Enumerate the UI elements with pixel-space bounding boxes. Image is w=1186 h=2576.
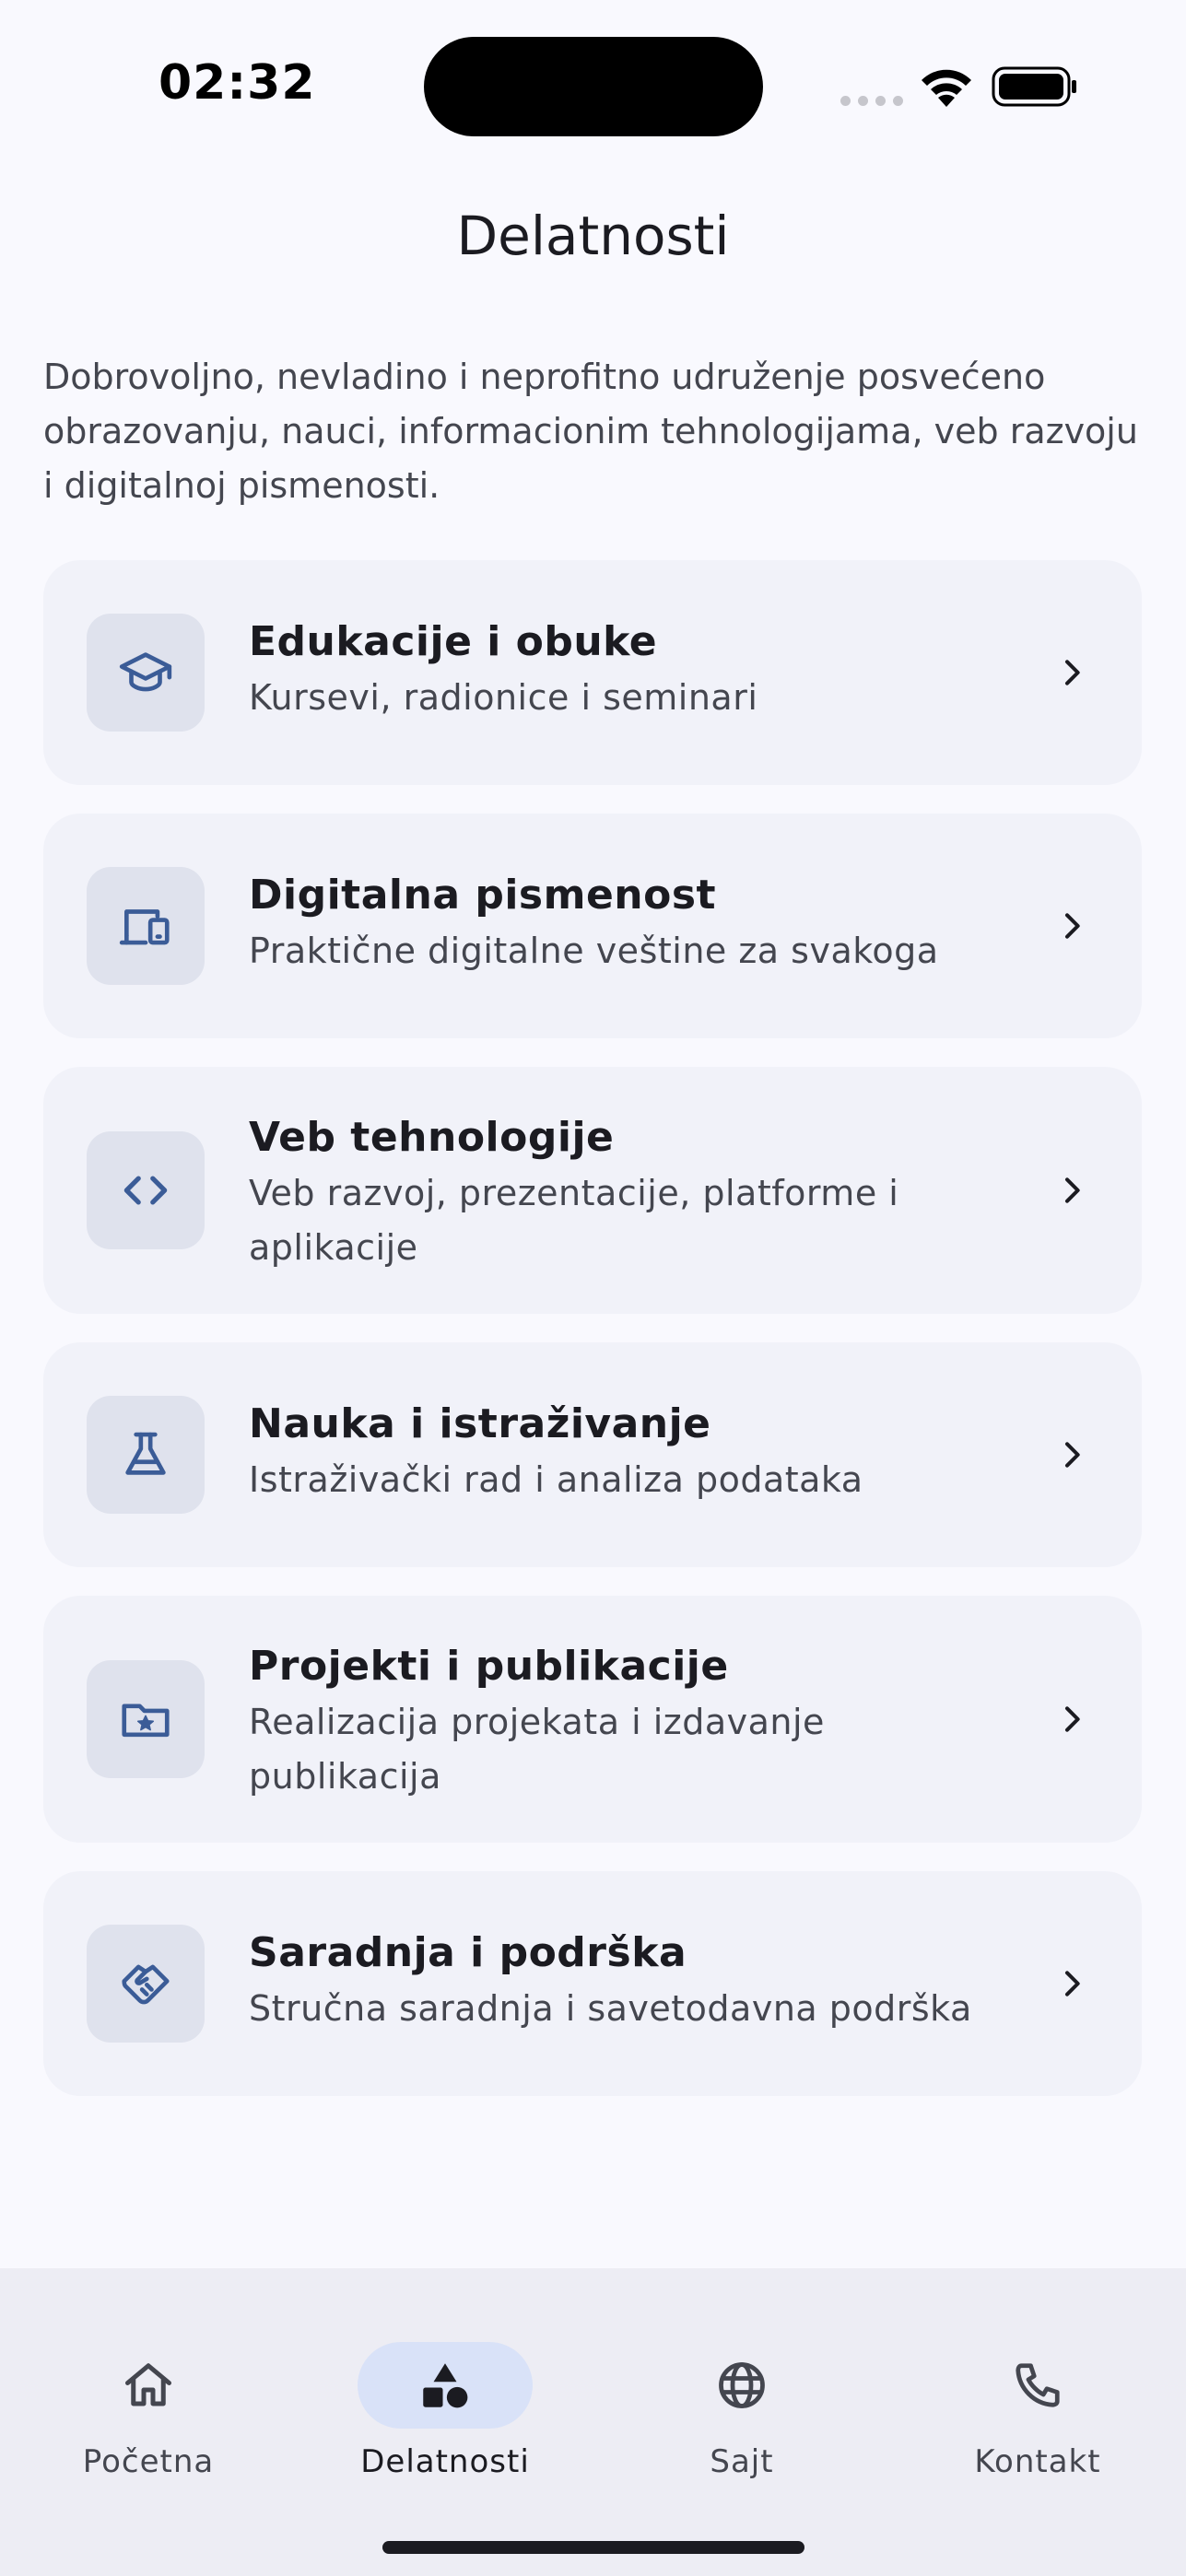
card-subtitle: Istraživački rad i analiza podataka <box>249 1459 863 1500</box>
cellular-signal-icon <box>840 96 903 106</box>
card-text: Projekti i publikacije Realizacija proje… <box>249 1638 1023 1804</box>
nav-item-kontakt[interactable]: Kontakt <box>909 2305 1167 2480</box>
chevron-right-icon <box>1065 1971 1080 1996</box>
intro-text: Dobrovoljno, nevladino i neprofitno udru… <box>43 357 1138 506</box>
devices-icon <box>119 909 170 945</box>
card-title: Veb tehnologije <box>249 1114 615 1161</box>
home-indicator <box>382 2541 804 2554</box>
card-icon-box <box>87 1660 205 1778</box>
card-title: Projekti i publikacije <box>249 1643 729 1690</box>
nav-label: Sajt <box>710 2443 774 2480</box>
card-text: Edukacije i obuke Kursevi, radionice i s… <box>249 614 1023 725</box>
flask-icon <box>125 1432 166 1475</box>
chevron-right-icon <box>1065 1442 1080 1468</box>
nav-label: Kontakt <box>974 2443 1101 2480</box>
status-bar: 02:32 <box>0 0 1186 175</box>
home-icon <box>125 2363 171 2406</box>
chevron-right-icon <box>1065 1177 1080 1203</box>
card-text: Veb tehnologije Veb razvoj, prezentacije… <box>249 1109 1023 1275</box>
status-time: 02:32 <box>159 55 316 111</box>
card-text: Saradnja i podrška Stručna saradnja i sa… <box>249 1925 1023 2036</box>
activity-card-veb-tehnologije[interactable]: Veb tehnologije Veb razvoj, prezentacije… <box>43 1067 1142 1314</box>
globe-icon <box>719 2362 765 2408</box>
code-icon <box>123 1176 168 1205</box>
folder-star-icon <box>122 1704 170 1738</box>
card-icon-box <box>87 867 205 985</box>
chevron-right-icon <box>1065 660 1080 685</box>
chevron-right-icon <box>1065 913 1080 939</box>
battery-icon <box>992 66 1076 107</box>
page-title: Delatnosti <box>456 205 730 267</box>
activity-card-projekti[interactable]: Projekti i publikacije Realizacija proje… <box>43 1596 1142 1843</box>
card-text: Digitalna pismenost Praktične digitalne … <box>249 867 1023 978</box>
activity-card-digitalna-pismenost[interactable]: Digitalna pismenost Praktične digitalne … <box>43 814 1142 1038</box>
bottom-navigation: Početna Delatnosti Sajt Kontakt <box>0 2268 1186 2576</box>
activity-card-saradnja[interactable]: Saradnja i podrška Stručna saradnja i sa… <box>43 1871 1142 2096</box>
card-title: Saradnja i podrška <box>249 1929 687 1976</box>
chevron-right-icon <box>1065 1706 1080 1732</box>
card-title: Edukacije i obuke <box>249 618 658 665</box>
card-subtitle: Realizacija projekata i izdavanje publik… <box>249 1702 825 1797</box>
nav-item-delatnosti[interactable]: Delatnosti <box>316 2305 574 2480</box>
dynamic-island <box>424 37 763 136</box>
wifi-icon <box>922 69 971 107</box>
card-subtitle: Kursevi, radionice i seminari <box>249 677 758 718</box>
activity-card-edukacije[interactable]: Edukacije i obuke Kursevi, radionice i s… <box>43 560 1142 785</box>
nav-item-sajt[interactable]: Sajt <box>613 2305 871 2480</box>
category-icon <box>423 2363 468 2408</box>
card-icon-box <box>87 1131 205 1249</box>
card-subtitle: Stručna saradnja i savetodavna podrška <box>249 1988 972 2029</box>
handshake-icon <box>122 1964 170 2005</box>
card-text: Nauka i istraživanje Istraživački rad i … <box>249 1396 1023 1507</box>
card-subtitle: Praktične digitalne veštine za svakoga <box>249 931 939 971</box>
card-icon-box <box>87 1925 205 2043</box>
card-icon-box <box>87 614 205 732</box>
nav-item-pocetna[interactable]: Početna <box>19 2305 277 2480</box>
card-subtitle: Veb razvoj, prezentacije, platforme i ap… <box>249 1173 899 1268</box>
activity-card-nauka[interactable]: Nauka i istraživanje Istraživački rad i … <box>43 1342 1142 1567</box>
graduation-cap-icon <box>119 652 172 692</box>
nav-label: Početna <box>82 2443 215 2480</box>
card-title: Digitalna pismenost <box>249 872 717 919</box>
card-icon-box <box>87 1396 205 1514</box>
nav-label: Delatnosti <box>360 2443 530 2480</box>
card-title: Nauka i istraživanje <box>249 1400 711 1447</box>
phone-icon <box>1016 2363 1060 2407</box>
